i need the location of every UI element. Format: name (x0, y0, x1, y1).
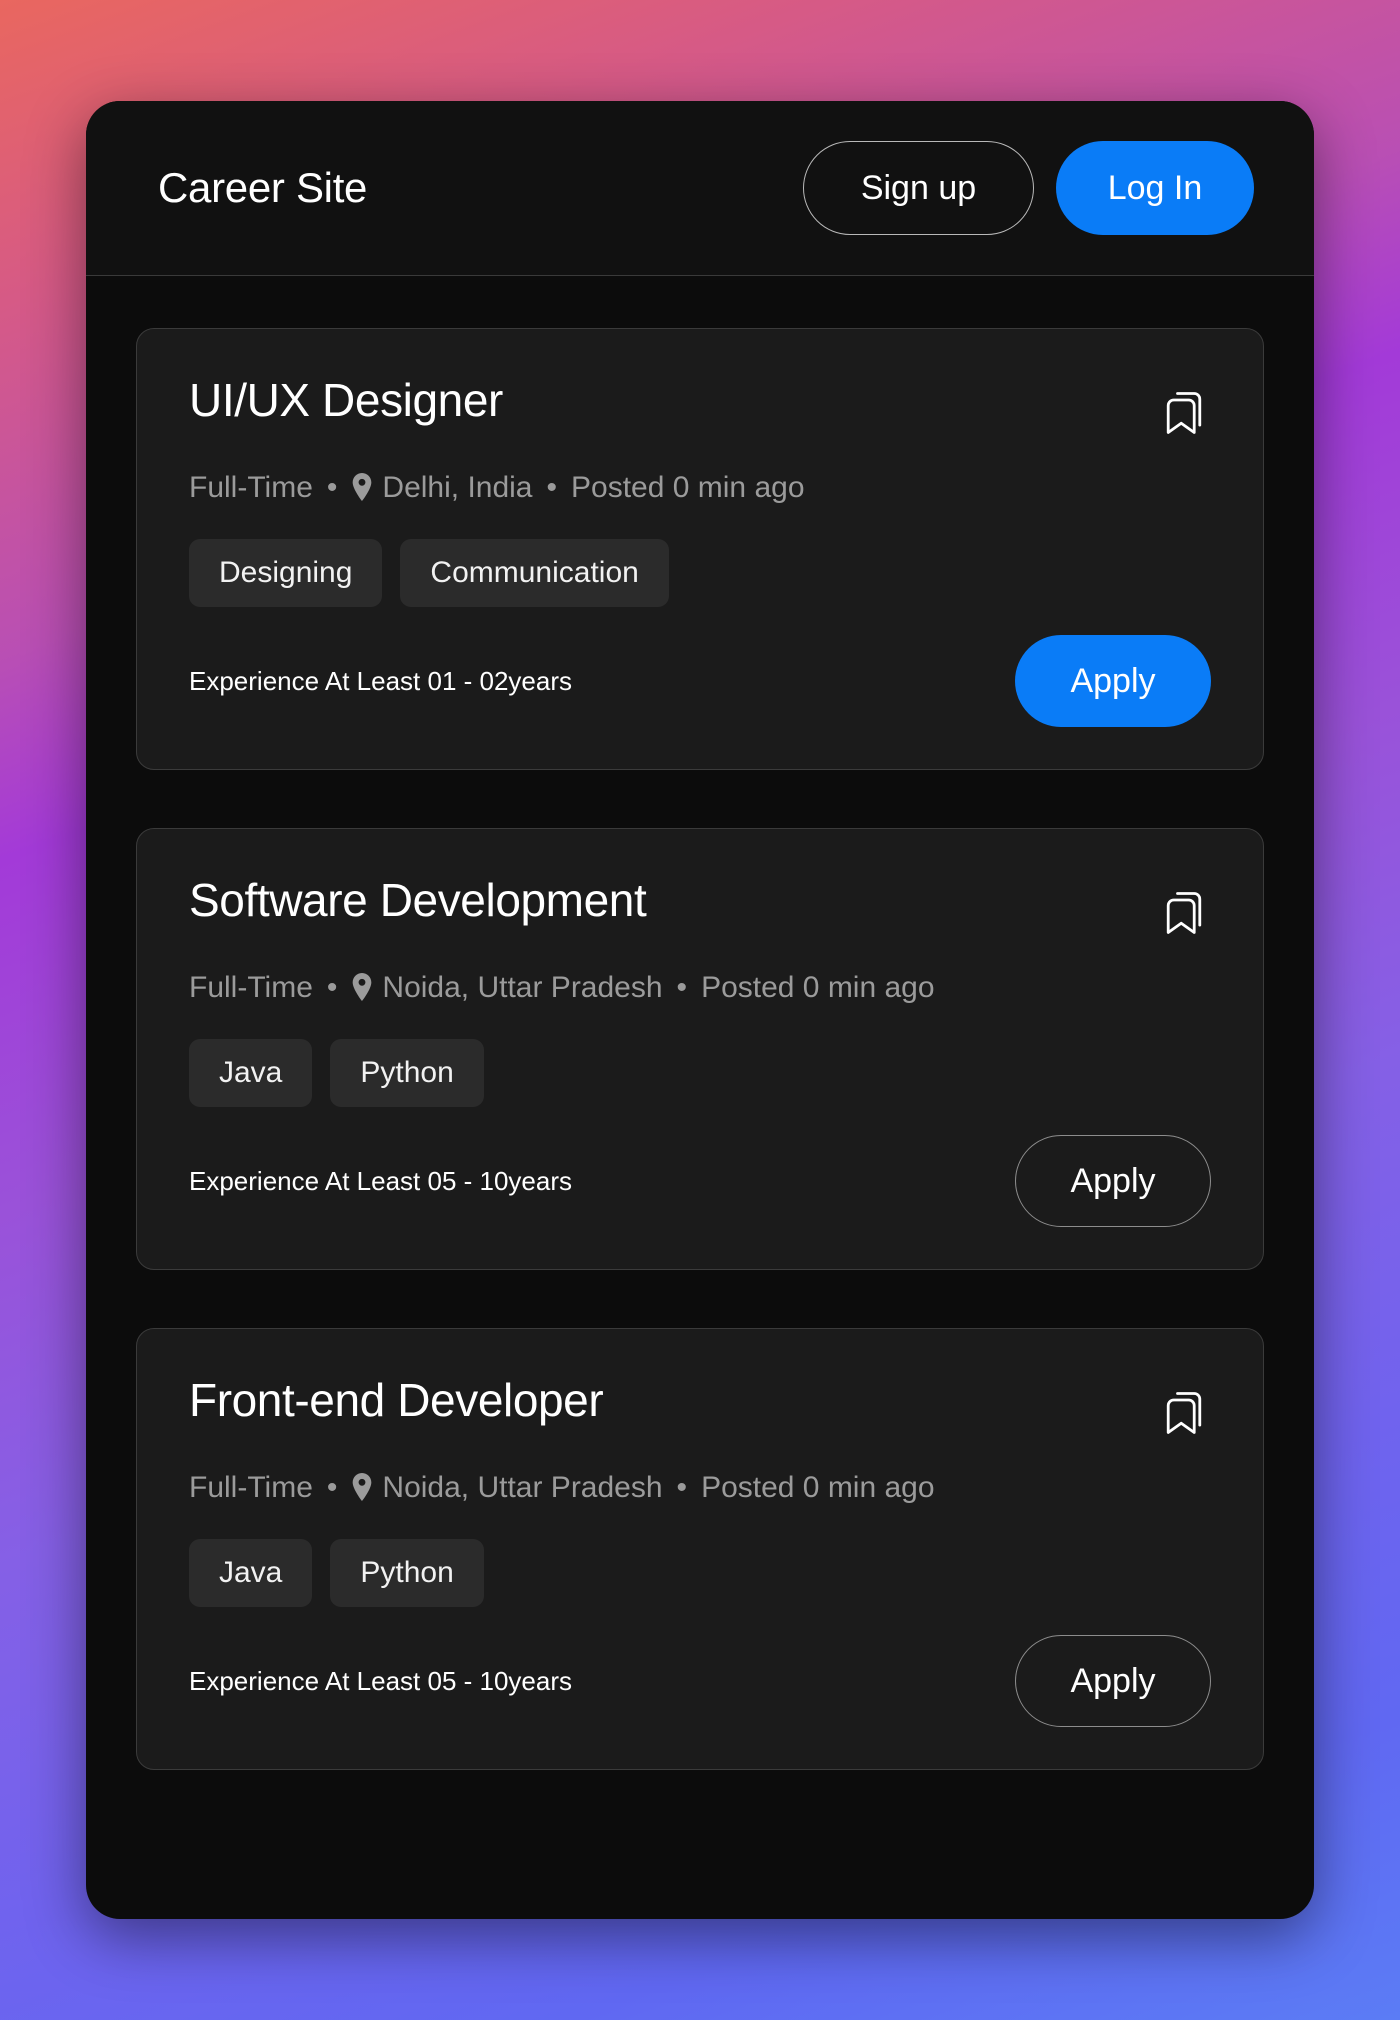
brand-title: Career Site (158, 164, 368, 211)
job-card[interactable]: Software Development Full-Time • Noida, … (136, 828, 1264, 1270)
bookmark-icon (1161, 392, 1207, 442)
meta-separator: • (326, 471, 338, 504)
meta-separator: • (546, 471, 558, 504)
job-tag-row: Designing Communication (189, 539, 1211, 607)
bookmark-button[interactable] (1157, 1383, 1211, 1443)
meta-separator: • (326, 1471, 338, 1504)
job-card-footer: Experience At Least 05 - 10years Apply (189, 1633, 1211, 1729)
job-card-footer: Experience At Least 05 - 10years Apply (189, 1133, 1211, 1229)
job-meta: Full-Time • Delhi, India • Posted 0 min … (189, 471, 1211, 505)
job-tag[interactable]: Python (330, 1039, 484, 1107)
job-meta: Full-Time • Noida, Uttar Pradesh • Poste… (189, 971, 1211, 1005)
job-posted-time: Posted 0 min ago (701, 1471, 935, 1504)
job-title: Software Development (189, 874, 647, 926)
job-posted-time: Posted 0 min ago (571, 471, 805, 504)
location-pin-icon (351, 973, 373, 1001)
app-frame: Career Site Sign up Log In UI/UX Designe… (86, 101, 1314, 1919)
job-tag[interactable]: Designing (189, 539, 383, 607)
job-tag-row: Java Python (189, 1539, 1211, 1607)
job-card-footer: Experience At Least 01 - 02years Apply (189, 633, 1211, 729)
app-header: Career Site Sign up Log In (86, 101, 1314, 276)
header-actions: Sign up Log In (803, 141, 1254, 235)
job-card[interactable]: UI/UX Designer Full-Time • Delhi, India … (136, 328, 1264, 770)
job-title: Front-end Developer (189, 1374, 604, 1426)
job-experience: Experience At Least 01 - 02years (189, 665, 573, 696)
meta-separator: • (326, 971, 338, 1004)
job-card-header: UI/UX Designer (189, 375, 1211, 443)
job-location: Delhi, India (382, 471, 533, 504)
job-posted-time: Posted 0 min ago (701, 971, 935, 1004)
location-pin-icon (351, 1473, 373, 1501)
job-list: UI/UX Designer Full-Time • Delhi, India … (86, 276, 1314, 1919)
apply-button[interactable]: Apply (1015, 1635, 1211, 1727)
bookmark-button[interactable] (1157, 383, 1211, 443)
job-experience: Experience At Least 05 - 10years (189, 1665, 573, 1696)
job-location: Noida, Uttar Pradesh (382, 1471, 663, 1504)
sign-up-button[interactable]: Sign up (803, 141, 1034, 235)
bookmark-button[interactable] (1157, 883, 1211, 943)
job-card[interactable]: Front-end Developer Full-Time • Noida, U… (136, 1328, 1264, 1770)
bookmark-icon (1161, 1392, 1207, 1442)
location-pin-icon (351, 473, 373, 501)
job-experience: Experience At Least 05 - 10years (189, 1165, 573, 1196)
meta-separator: • (676, 971, 688, 1004)
log-in-button[interactable]: Log In (1056, 141, 1254, 235)
apply-button[interactable]: Apply (1015, 635, 1211, 727)
job-location: Noida, Uttar Pradesh (382, 971, 663, 1004)
employment-type: Full-Time (189, 1471, 313, 1504)
meta-separator: • (676, 1471, 688, 1504)
job-tag[interactable]: Communication (400, 539, 669, 607)
job-tag[interactable]: Java (189, 1539, 313, 1607)
apply-button[interactable]: Apply (1015, 1135, 1211, 1227)
employment-type: Full-Time (189, 971, 313, 1004)
job-tag[interactable]: Java (189, 1039, 313, 1107)
job-meta: Full-Time • Noida, Uttar Pradesh • Poste… (189, 1471, 1211, 1505)
job-card-header: Front-end Developer (189, 1375, 1211, 1443)
employment-type: Full-Time (189, 471, 313, 504)
bookmark-icon (1161, 892, 1207, 942)
job-card-header: Software Development (189, 875, 1211, 943)
job-title: UI/UX Designer (189, 374, 503, 426)
job-tag[interactable]: Python (330, 1539, 484, 1607)
job-tag-row: Java Python (189, 1039, 1211, 1107)
